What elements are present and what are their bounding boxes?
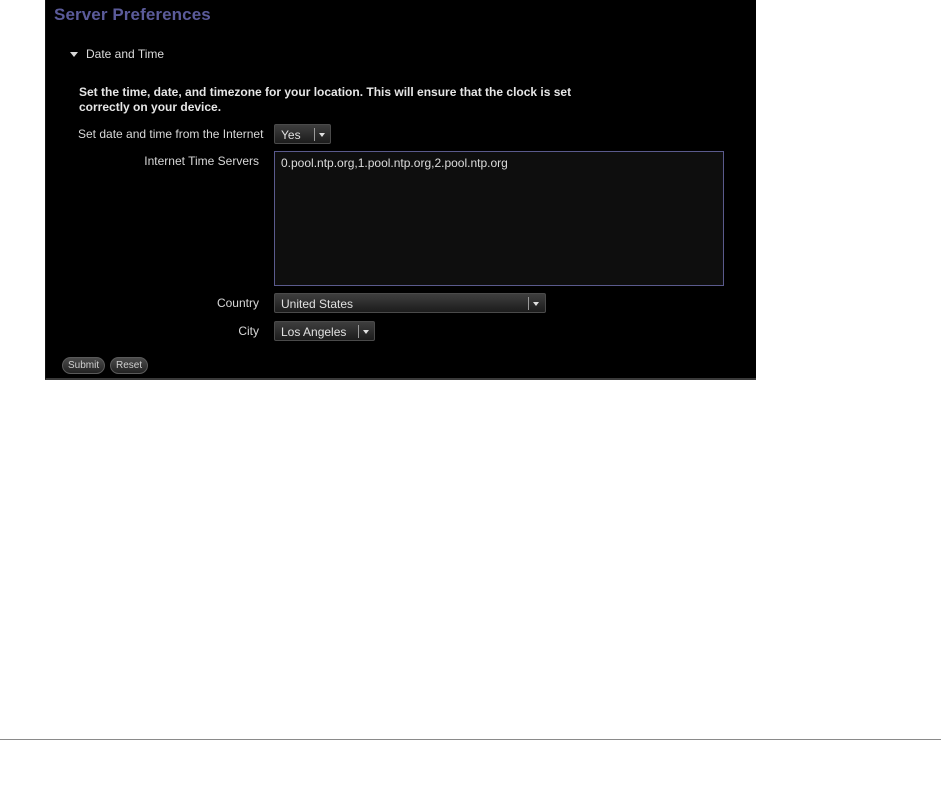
internet-time-select[interactable]: Yes [274,124,331,144]
city-select[interactable]: Los Angeles [274,321,375,341]
country-select[interactable]: United States [274,293,546,313]
select-separator [358,325,359,338]
expand-triangle-icon [70,51,78,57]
page: Server Preferences Date and Time Set the… [0,0,941,807]
chevron-down-icon [533,302,539,306]
internet-time-value: Yes [281,128,301,142]
internet-time-label: Set date and time from the Internet [78,127,264,141]
select-separator [314,128,315,141]
time-servers-textarea[interactable]: 0.pool.ntp.org,1.pool.ntp.org,2.pool.ntp… [274,151,724,286]
city-label: City [238,324,259,338]
time-servers-label: Internet Time Servers [144,154,259,168]
chevron-down-icon [363,330,369,334]
country-value: United States [281,297,354,311]
preferences-panel: Server Preferences Date and Time Set the… [45,0,756,380]
submit-button[interactable]: Submit [62,357,106,374]
section-label: Date and Time [86,47,165,61]
bottom-divider [0,739,941,740]
country-label: Country [216,296,259,310]
chevron-down-icon [319,133,325,137]
page-title: Server Preferences [54,5,211,24]
reset-button[interactable]: Reset [110,357,149,374]
date-time-section-toggle[interactable]: Date and Time [70,47,164,61]
panel-header: Server Preferences [46,0,756,36]
section-description: Set the time, date, and timezone for you… [79,85,572,114]
city-value: Los Angeles [281,325,347,339]
select-separator [528,297,529,310]
